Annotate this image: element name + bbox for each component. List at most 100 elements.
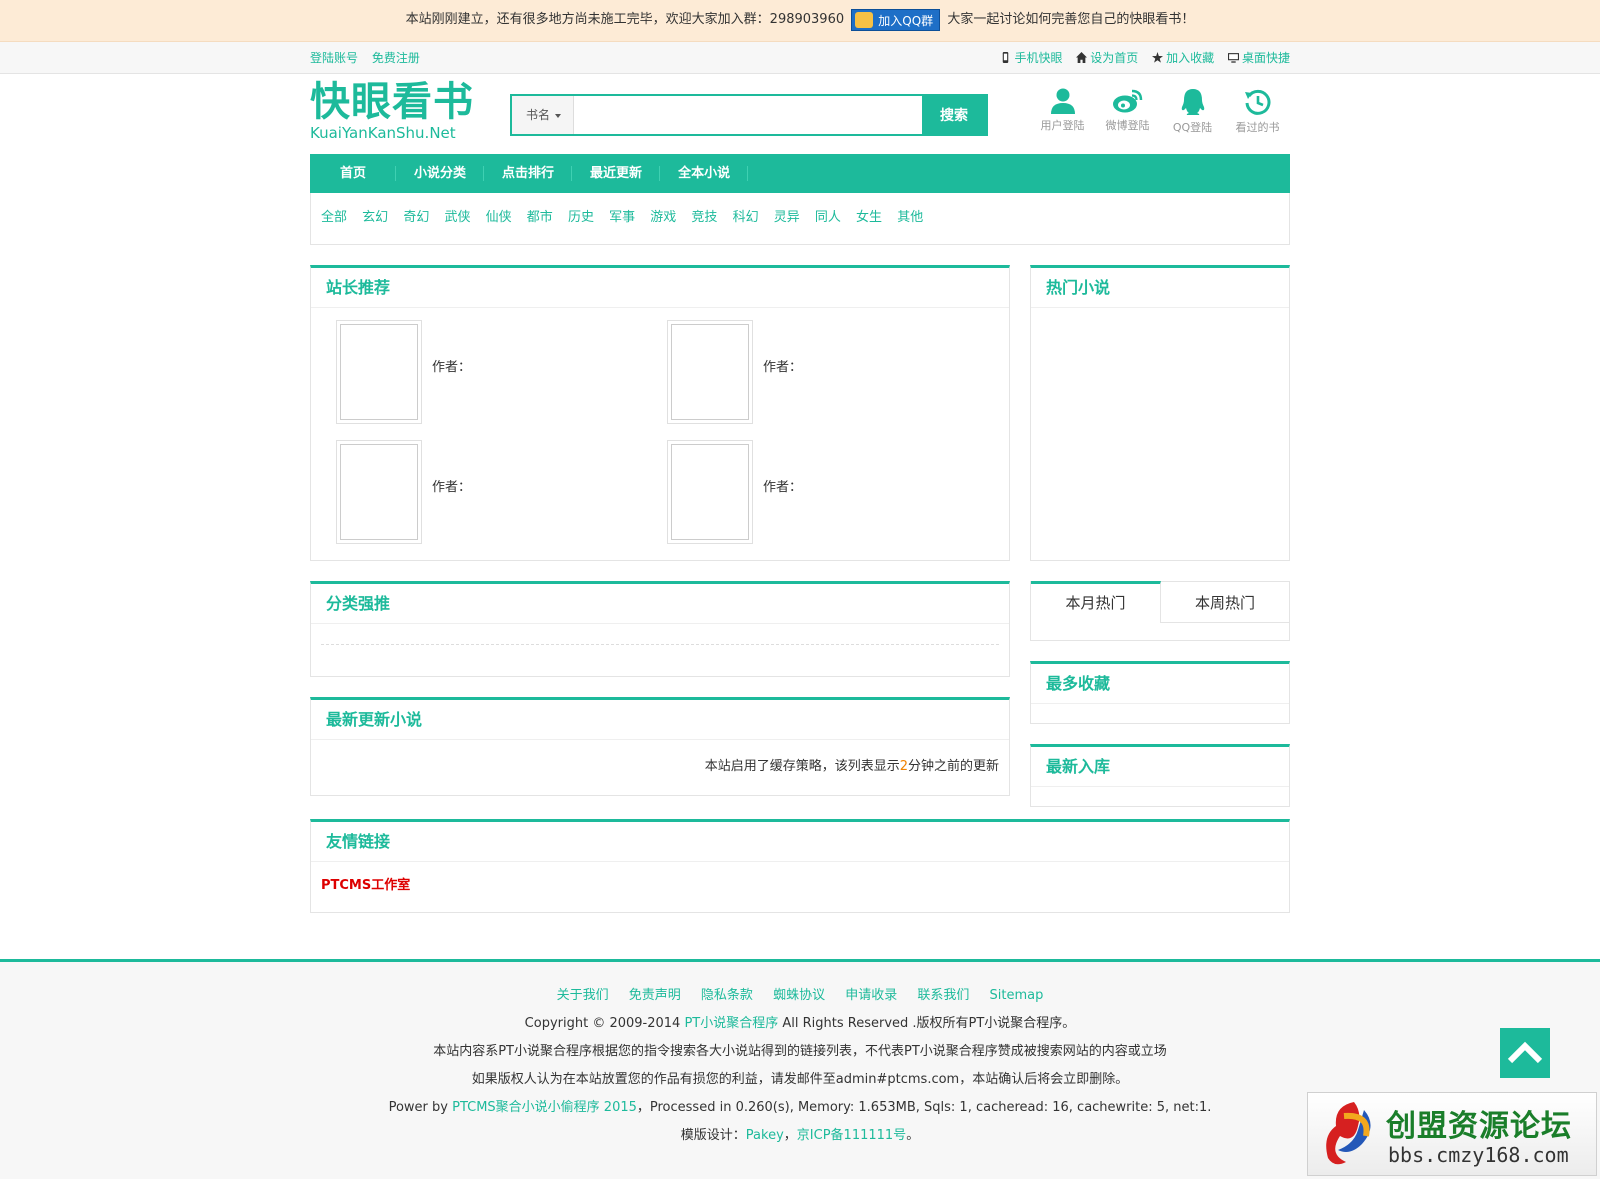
star-icon [1152,52,1164,63]
hot-novels-box: 热门小说 [1030,265,1290,561]
book-cover[interactable] [667,320,753,424]
footer-apply-link[interactable]: 申请收录 [845,988,897,1003]
mobile-icon [1003,52,1009,63]
copyright-link[interactable]: PT小说聚合程序 [684,1016,778,1031]
add-favorite-link[interactable]: 加入收藏 [1152,51,1214,65]
forum-url: bbs.cmzy168.com [1388,1143,1569,1167]
most-favorites-title: 最多收藏 [1031,664,1289,704]
tab-monthly-hot[interactable]: 本月热门 [1031,581,1161,623]
search-button[interactable]: 搜索 [922,96,986,134]
footer-disclaimer-link[interactable]: 免责声明 [629,988,681,1003]
set-home-link[interactable]: 设为首页 [1076,51,1138,65]
category-link[interactable]: 游戏 [650,210,676,225]
history-link[interactable]: 看过的书 [1225,88,1290,135]
book-author: 作者： [763,480,803,495]
icp-link[interactable]: 京ICP备111111号 [797,1128,906,1143]
category-link[interactable]: 都市 [527,210,553,225]
category-link[interactable]: 同人 [815,210,841,225]
search-input[interactable] [575,96,915,134]
footer-sitemap-link[interactable]: Sitemap [990,988,1044,1003]
tab-weekly-hot[interactable]: 本周热门 [1161,581,1289,623]
hot-novels-title: 热门小说 [1031,268,1289,308]
site-logo[interactable]: 快眼看书 KuaiYanKanShu.Net [310,80,474,142]
book-author: 作者： [763,360,803,375]
category-link[interactable]: 玄幻 [362,210,388,225]
mobile-link[interactable]: 手机快眼 [1000,51,1062,65]
hot-tabs: 本月热门 本周热门 [1030,581,1290,641]
back-to-top-button[interactable] [1500,1028,1550,1078]
footer-about-link[interactable]: 关于我们 [557,988,609,1003]
copyright-text-after: All Rights Reserved .版权所有PT小说聚合程序。 [778,1016,1076,1031]
user-login-link[interactable]: 用户登陆 [1030,88,1095,133]
category-link[interactable]: 历史 [568,210,594,225]
design-label: 模版设计： [680,1128,746,1143]
footer-spider-link[interactable]: 蜘蛛协议 [773,988,825,1003]
desktop-shortcut-label: 桌面快捷 [1241,51,1290,65]
announcement-text: 本站刚刚建立，还有很多地方尚未施工完毕，欢迎大家加入群：298903960 [405,12,845,27]
cache-note-text: 本站启用了缓存策略，该列表显示 [704,759,900,774]
header: 快眼看书 KuaiYanKanShu.Net 书名 搜索 用户登陆 微博登陆 Q… [310,74,1290,154]
nav-completed-novels[interactable]: 全本小说 [660,154,749,193]
chevron-up-icon [1507,1041,1543,1064]
join-qq-group-button[interactable]: 加入QQ群 [851,8,941,31]
footer-privacy-link[interactable]: 隐私条款 [701,988,753,1003]
category-link[interactable]: 科幻 [733,210,759,225]
power-link[interactable]: PTCMS聚合小说小偷程序 2015 [452,1100,637,1115]
design-end: 。 [906,1128,920,1143]
design-sep: ， [783,1128,797,1143]
cache-note: 本站启用了缓存策略，该列表显示2分钟之前的更新 [311,740,1009,794]
footer-contact-info: 如果版权人认为在本站放置您的作品有损您的利益，请发邮件至admin#ptcms.… [471,1072,1129,1087]
user-icon [1050,88,1075,114]
search-box: 书名 搜索 [510,94,988,136]
category-link[interactable]: 奇幻 [403,210,429,225]
editor-recommend-box: 站长推荐 作者： 作者： 作者： 作者： [310,265,1010,561]
forum-name: 创盟资源论坛 [1386,1109,1572,1144]
book-author: 作者： [432,480,472,495]
nav-click-ranking[interactable]: 点击排行 [484,154,573,193]
recommend-item[interactable]: 作者： [667,320,967,428]
qq-login-link[interactable]: QQ登陆 [1160,88,1225,135]
category-bar: 全部 玄幻 奇幻 武侠 仙侠 都市 历史 军事 游戏 竞技 科幻 灵异 同人 女… [310,193,1290,245]
nav-categories[interactable]: 小说分类 [396,154,485,193]
nav-home[interactable]: 首页 [310,154,397,193]
recommend-item[interactable]: 作者： [336,440,636,548]
login-link[interactable]: 登陆账号 [310,51,358,65]
newest-title: 最新入库 [1031,747,1289,787]
copyright-text: Copyright © 2009-2014 [524,1016,685,1031]
category-push-title: 分类强推 [311,584,1009,624]
cache-note-minutes: 2 [899,759,908,774]
category-link[interactable]: 武侠 [444,210,470,225]
footer-disclaimer: 本站内容系PT小说聚合程序根据您的指令搜索各大小说站得到的链接列表，不代表PT小… [433,1044,1167,1059]
user-login-label: 用户登陆 [1040,119,1085,132]
qq-login-label: QQ登陆 [1172,121,1213,134]
power-text: Power by [388,1100,453,1115]
nav-recent-updates[interactable]: 最近更新 [572,154,661,193]
weibo-icon [1112,89,1142,113]
power-text-after: ，Processed in 0.260(s), Memory: 1.653MB,… [636,1100,1212,1115]
monitor-icon [1227,53,1239,63]
book-cover[interactable] [336,440,422,544]
category-push-box: 分类强推 [310,581,1010,677]
recommend-item[interactable]: 作者： [336,320,636,428]
logo-chinese-text: 快眼看书 [310,79,474,125]
register-link[interactable]: 免费注册 [372,51,420,65]
category-link[interactable]: 竞技 [691,210,717,225]
category-link[interactable]: 仙侠 [486,210,512,225]
top-bar: 登陆账号 免费注册 手机快眼 设为首页 加入收藏 桌面快捷 [0,42,1600,74]
category-link[interactable]: 灵异 [774,210,800,225]
category-link[interactable]: 全部 [321,210,347,225]
history-label: 看过的书 [1235,121,1280,134]
announcement-text-after: 大家一起讨论如何完善您自己的快眼看书！ [947,12,1195,27]
category-link[interactable]: 其他 [897,210,923,225]
book-cover[interactable] [336,320,422,424]
weibo-login-link[interactable]: 微博登陆 [1095,88,1160,133]
book-cover[interactable] [667,440,753,544]
category-link[interactable]: 女生 [856,210,882,225]
design-link[interactable]: Pakey [746,1128,784,1143]
category-link[interactable]: 军事 [609,210,635,225]
search-type-dropdown[interactable]: 书名 [512,96,574,134]
desktop-shortcut-link[interactable]: 桌面快捷 [1227,51,1290,65]
editor-recommend-title: 站长推荐 [311,268,1009,308]
footer-contact-link[interactable]: 联系我们 [917,988,969,1003]
recommend-item[interactable]: 作者： [667,440,967,548]
